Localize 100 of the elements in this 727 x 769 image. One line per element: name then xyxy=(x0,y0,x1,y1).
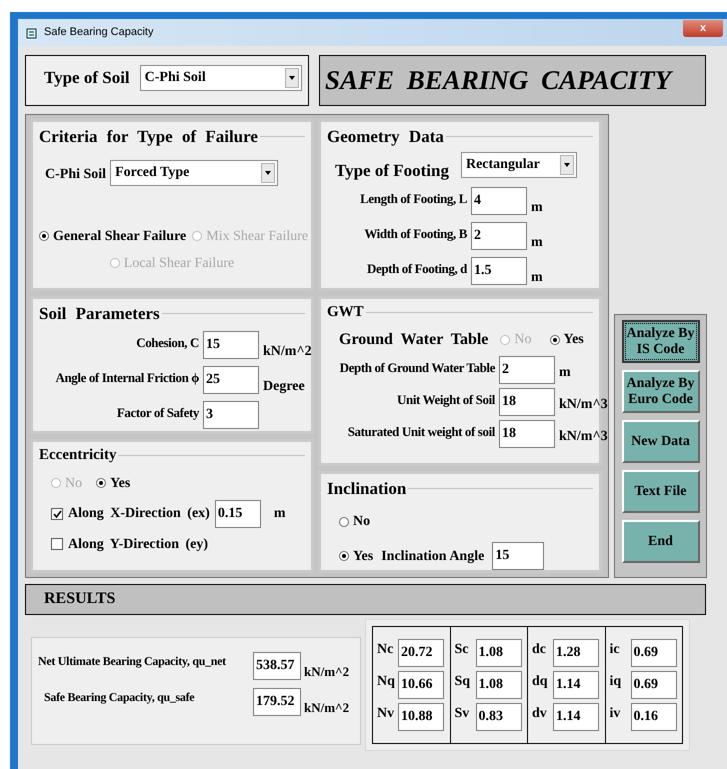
radio-label: Yes xyxy=(110,474,130,492)
checkbox-label: Along Y-Direction (ey) xyxy=(68,536,208,554)
input-field[interactable]: 10.66 xyxy=(398,671,444,699)
factor-symbol: iv xyxy=(610,705,622,723)
input-field[interactable]: 3 xyxy=(203,400,259,428)
input-field[interactable]: 15 xyxy=(492,542,544,570)
action-button[interactable]: End xyxy=(622,520,700,563)
unit-label: m xyxy=(274,505,286,523)
checkbox-label: Along X-Direction (ex) xyxy=(68,505,210,523)
radio-label: Yes xyxy=(353,548,374,566)
action-button[interactable]: Analyze By IS Code xyxy=(622,320,700,363)
field-label: Length of Footing, L xyxy=(359,190,467,208)
unit-label: m xyxy=(531,269,543,287)
factor-symbol: Nc xyxy=(377,641,394,659)
input-field[interactable]: 1.08 xyxy=(476,671,522,699)
input-field[interactable]: 0.69 xyxy=(630,639,676,667)
group-title: Geometry Data xyxy=(327,126,444,148)
input-field[interactable]: 1.08 xyxy=(476,639,522,667)
radio-button[interactable] xyxy=(339,551,349,561)
checkbox[interactable] xyxy=(51,508,63,520)
input-field[interactable]: 538.57 xyxy=(253,652,301,680)
radio-button[interactable] xyxy=(96,478,106,488)
dropdown[interactable]: Forced Type xyxy=(110,160,278,186)
input-field[interactable]: 18 xyxy=(499,388,555,416)
caret-icon xyxy=(560,154,574,174)
radio-label: Mix Shear Failure xyxy=(206,228,308,246)
field-label: Ground Water Table xyxy=(339,330,488,350)
field-label: C-Phi Soil xyxy=(45,166,106,184)
factor-symbol: Nv xyxy=(377,705,395,723)
app-heading: SAFE BEARING CAPACITY xyxy=(325,67,672,94)
field-label: Width of Footing, B xyxy=(363,225,467,243)
input-field[interactable]: 2 xyxy=(499,356,555,384)
group-title: GWT xyxy=(327,303,364,322)
close-button[interactable]: x xyxy=(683,20,723,37)
input-field[interactable]: 1.5 xyxy=(471,257,527,285)
field-label: Angle of Internal Friction ϕ xyxy=(54,368,199,387)
radio-button[interactable] xyxy=(39,231,49,241)
action-button[interactable]: Analyze By Euro Code xyxy=(622,370,700,413)
group-title: Inclination xyxy=(327,478,406,500)
unit-label: kN/m^3 xyxy=(559,428,608,446)
unit-label: m xyxy=(531,199,543,217)
radio-label: No xyxy=(65,474,82,492)
field-label: Inclination Angle xyxy=(381,548,484,566)
input-field[interactable]: 2 xyxy=(471,222,527,250)
field-label: Safe Bearing Capacity, qu_safe xyxy=(43,688,196,706)
unit-label: kN/m^2 xyxy=(263,342,312,360)
input-field[interactable]: 1.14 xyxy=(553,671,599,699)
input-field[interactable]: 0.16 xyxy=(630,703,676,731)
caret-icon xyxy=(284,68,299,88)
input-field[interactable]: 20.72 xyxy=(398,639,444,667)
radio-label: General Shear Failure xyxy=(53,228,186,246)
checkbox[interactable] xyxy=(51,538,63,550)
dropdown[interactable]: Rectangular xyxy=(460,152,577,178)
factor-symbol: Nq xyxy=(377,673,395,691)
input-field[interactable]: 1.28 xyxy=(553,639,599,667)
field-label: Saturated Unit weight of soil xyxy=(346,422,495,441)
factor-symbol: Sc xyxy=(454,641,470,659)
input-field[interactable]: 0.83 xyxy=(476,703,522,731)
window-title: Safe Bearing Capacity xyxy=(44,25,154,40)
input-field[interactable]: 179.52 xyxy=(253,688,301,716)
unit-label: Degree xyxy=(263,378,305,396)
window-icon xyxy=(26,26,38,38)
results-title: RESULTS xyxy=(44,590,116,607)
factor-symbol: ic xyxy=(610,641,621,659)
field-label: Cohesion, C xyxy=(135,334,199,352)
field-label: Net Ultimate Bearing Capacity, qu_net xyxy=(38,653,227,670)
action-button[interactable]: Text File xyxy=(622,470,700,513)
soil-type-label: Type of Soil xyxy=(44,67,130,89)
input-field[interactable]: 18 xyxy=(499,420,555,448)
input-field[interactable]: 4 xyxy=(471,187,527,215)
unit-label: kN/m^2 xyxy=(304,698,350,716)
input-field[interactable]: 1.14 xyxy=(553,703,599,731)
input-field[interactable]: 10.88 xyxy=(398,703,444,731)
unit-label: kN/m^2 xyxy=(304,663,350,681)
action-button[interactable]: New Data xyxy=(622,420,700,463)
group-title: Criteria for Type of Failure xyxy=(39,126,258,148)
factor-symbol: iq xyxy=(610,673,622,691)
factor-symbol: dq xyxy=(532,673,549,691)
factor-symbol: Sq xyxy=(454,673,472,691)
input-field[interactable]: 0.15 xyxy=(214,500,261,528)
group-title: Eccentricity xyxy=(39,446,116,465)
unit-label: kN/m^3 xyxy=(559,396,608,414)
field-label: Depth of Ground Water Table xyxy=(338,358,495,377)
factor-symbol: dv xyxy=(532,705,548,723)
unit-label: m xyxy=(531,234,543,252)
field-label: Depth of Footing, d xyxy=(366,260,467,278)
dropdown[interactable]: C-Phi Soil xyxy=(140,65,302,91)
radio-label: No xyxy=(353,513,370,531)
input-field[interactable]: 25 xyxy=(203,366,259,394)
input-field[interactable]: 15 xyxy=(203,330,259,358)
radio-label: No xyxy=(514,331,532,349)
input-field[interactable]: 0.69 xyxy=(630,671,676,699)
radio-label: Yes xyxy=(564,331,584,349)
group-title: Soil Parameters xyxy=(39,303,160,325)
field-label: Type of Footing xyxy=(335,160,449,182)
field-label: Unit Weight of Soil xyxy=(396,390,495,409)
unit-label: m xyxy=(559,364,571,382)
radio-button[interactable] xyxy=(550,334,560,344)
field-label: Factor of Safety xyxy=(116,404,199,422)
radio-button[interactable] xyxy=(339,516,349,526)
